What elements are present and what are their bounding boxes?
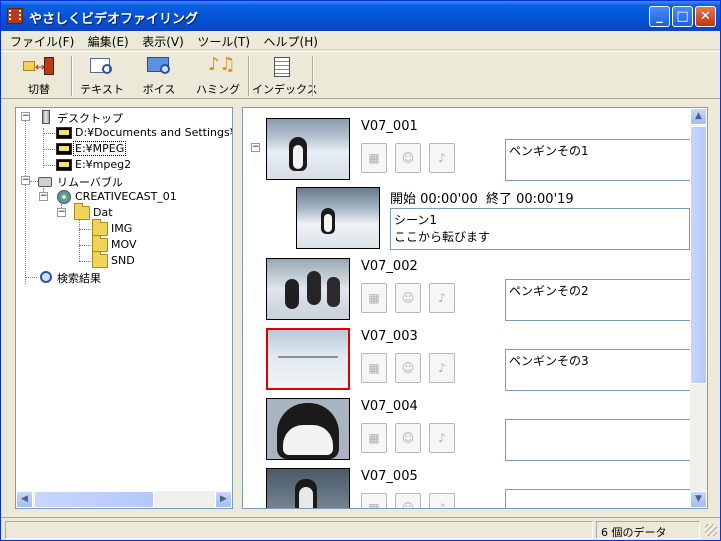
scene-time: 開始 00:00'00 終了 00:00'19	[390, 192, 574, 207]
folder-tree-panel: − デスクトップ D:¥Documents and Settings¥ta E:…	[15, 107, 233, 509]
video-thumbnail[interactable]	[266, 118, 350, 180]
video-row[interactable]: V07_004 ▦ ☺ ♪	[243, 393, 693, 463]
video-memo[interactable]	[505, 489, 691, 508]
film-icon[interactable]: ▦	[361, 143, 387, 173]
humming-button[interactable]: ♪♫ ハミング	[193, 55, 243, 97]
toolbar: ↔ 切替 テキスト ボイス ♪♫ ハミング インデックス	[1, 51, 720, 99]
scene-thumbnail[interactable]	[296, 187, 380, 249]
menu-help[interactable]: ヘルプ(H)	[259, 31, 323, 50]
video-row[interactable]: V07_003 ▦ ☺ ♪ ペンギンその3	[243, 323, 693, 393]
voice-icon[interactable]: ☺	[395, 493, 421, 508]
music-note-icon: ♪♫	[208, 54, 236, 75]
menu-tools[interactable]: ツール(T)	[192, 31, 255, 50]
video-name: V07_003	[361, 329, 418, 344]
voice-button[interactable]: ボイス	[137, 55, 181, 97]
text-button[interactable]: テキスト	[77, 55, 127, 97]
collapse-dat[interactable]: −	[57, 208, 66, 217]
switch-icon: ↔	[23, 55, 55, 79]
video-row[interactable]: V07_002 ▦ ☺ ♪ ペンギンその2	[243, 253, 693, 323]
collapse-desktop[interactable]: −	[21, 112, 30, 121]
video-memo[interactable]: ペンギンその3	[505, 349, 691, 391]
collapse-removable[interactable]: −	[21, 176, 30, 185]
film-icon[interactable]: ▦	[361, 493, 387, 508]
video-name: V07_001	[361, 119, 418, 134]
folder-icon	[92, 251, 108, 269]
maximize-button[interactable]: □	[672, 6, 693, 27]
search-results-icon	[38, 269, 54, 285]
video-memo[interactable]: ペンギンその1	[505, 139, 691, 181]
menu-bar: ファイル(F) 編集(E) 表示(V) ツール(T) ヘルプ(H)	[1, 31, 720, 50]
collapse-creativecast[interactable]: −	[39, 192, 48, 201]
voice-icon[interactable]: ☺	[395, 283, 421, 313]
resize-grip-icon[interactable]	[705, 524, 717, 536]
music-icon[interactable]: ♪	[429, 423, 455, 453]
index-button[interactable]: インデックス	[252, 55, 318, 97]
music-icon[interactable]: ♪	[429, 143, 455, 173]
video-thumbnail[interactable]	[266, 398, 350, 460]
scene-row[interactable]: 開始 00:00'00 終了 00:00'19 シーン1 ここから転びます	[243, 183, 693, 253]
close-button[interactable]: ✕	[695, 6, 716, 27]
disc-icon	[56, 189, 72, 205]
video-name: V07_004	[361, 399, 418, 414]
video-thumbnail-selected[interactable]	[266, 328, 350, 390]
video-thumbnail[interactable]	[266, 468, 350, 508]
switch-button[interactable]: ↔ 切替	[13, 55, 65, 97]
app-window: やさしくビデオファイリング _ □ ✕ ファイル(F) 編集(E) 表示(V) …	[0, 0, 721, 541]
menu-view[interactable]: 表示(V)	[137, 31, 189, 50]
index-icon	[265, 55, 297, 79]
film-icon[interactable]: ▦	[361, 423, 387, 453]
video-name: V07_005	[361, 469, 418, 484]
status-bar: 6 個のデータ	[1, 517, 720, 541]
scroll-thumb[interactable]	[34, 491, 154, 508]
scroll-up-icon[interactable]: ▲	[690, 108, 707, 125]
minimize-button[interactable]: _	[649, 6, 670, 27]
video-thumbnail[interactable]	[266, 258, 350, 320]
video-name: V07_002	[361, 259, 418, 274]
film-icon[interactable]: ▦	[361, 283, 387, 313]
list-vertical-scrollbar[interactable]: ▲ ▼	[690, 108, 707, 508]
menu-file[interactable]: ファイル(F)	[5, 31, 79, 50]
voice-icon[interactable]: ☺	[395, 353, 421, 383]
drive-icon	[56, 125, 72, 141]
voice-icon[interactable]: ☺	[395, 423, 421, 453]
tree-horizontal-scrollbar[interactable]: ◀ ▶	[16, 491, 232, 508]
music-icon[interactable]: ♪	[429, 283, 455, 313]
drive-icon	[56, 157, 72, 173]
video-row[interactable]: V07_005 ▦ ☺ ♪	[243, 463, 693, 508]
drive-icon	[56, 141, 72, 157]
voice-search-icon	[143, 55, 175, 79]
film-app-icon	[7, 8, 23, 24]
voice-icon[interactable]: ☺	[395, 143, 421, 173]
text-search-icon	[86, 55, 118, 79]
scroll-down-icon[interactable]: ▼	[690, 491, 707, 508]
desktop-icon	[38, 109, 54, 125]
title-bar[interactable]: やさしくビデオファイリング _ □ ✕	[1, 1, 720, 31]
video-list-panel: − V07_001 ▦ ☺ ♪ ペンギンその1 開始 00:00'00 終了 0…	[242, 107, 708, 509]
removable-drive-icon	[38, 173, 54, 189]
scroll-left-icon[interactable]: ◀	[16, 491, 33, 508]
film-icon[interactable]: ▦	[361, 353, 387, 383]
music-icon[interactable]: ♪	[429, 493, 455, 508]
window-title: やさしくビデオファイリング	[29, 12, 199, 27]
scene-memo[interactable]: シーン1 ここから転びます	[390, 208, 690, 250]
scroll-thumb[interactable]	[690, 126, 707, 384]
folder-icon	[74, 203, 90, 221]
menu-edit[interactable]: 編集(E)	[83, 31, 134, 50]
status-count: 6 個のデータ	[596, 521, 700, 539]
video-memo[interactable]	[505, 419, 691, 461]
video-row[interactable]: V07_001 ▦ ☺ ♪ ペンギンその1	[243, 113, 693, 183]
scroll-right-icon[interactable]: ▶	[215, 491, 232, 508]
music-icon[interactable]: ♪	[429, 353, 455, 383]
video-memo[interactable]: ペンギンその2	[505, 279, 691, 321]
